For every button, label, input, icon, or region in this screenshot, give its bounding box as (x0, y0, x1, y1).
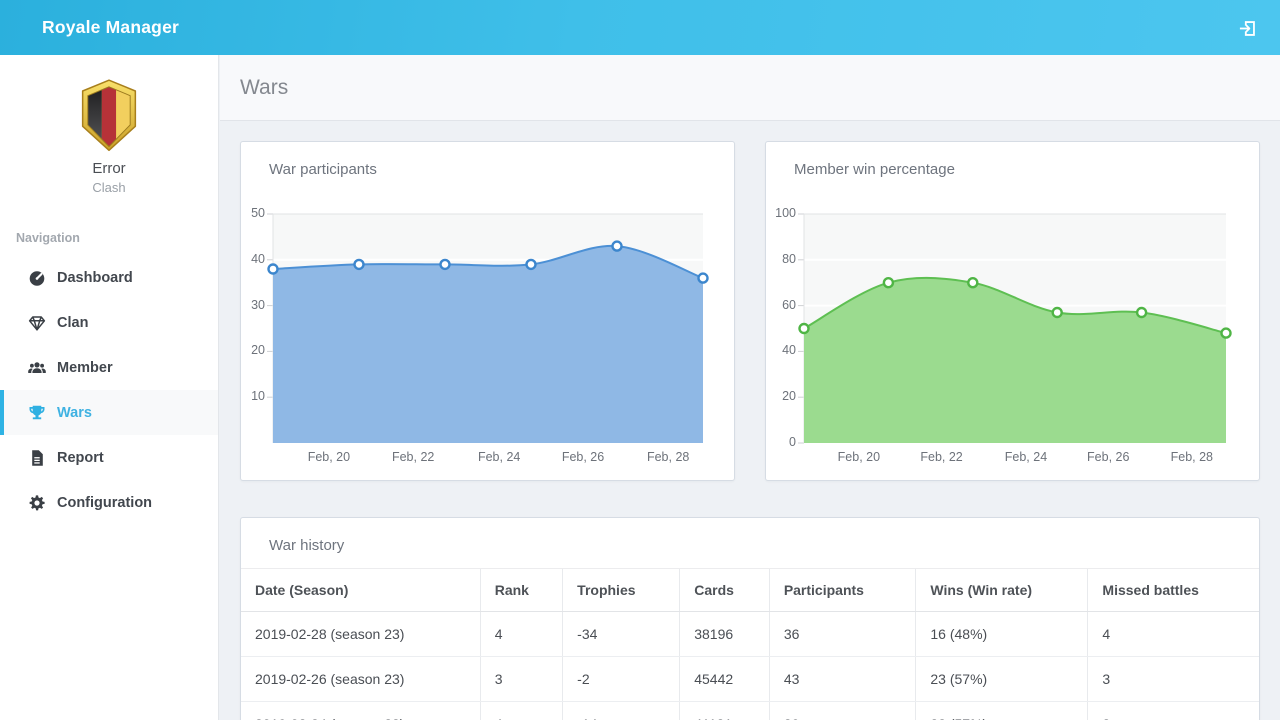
table-header-cell: Cards (680, 569, 770, 612)
sidebar-item-label: Report (57, 450, 104, 466)
table-cell: 22 (57%) (916, 702, 1088, 720)
win-percentage-title: Member win percentage (766, 142, 1259, 178)
table-cell: 39 (769, 702, 916, 720)
table-cell: 41121 (680, 702, 770, 720)
table-cell: 3 (1088, 657, 1259, 702)
table-row: 2019-02-24 (season 23)4-14411213922 (57%… (241, 702, 1259, 720)
sidebar-item-wars[interactable]: Wars (0, 390, 218, 435)
table-header-cell: Wins (Win rate) (916, 569, 1088, 612)
table-cell: -14 (563, 702, 680, 720)
table-cell: 45442 (680, 657, 770, 702)
page-title: Wars (240, 76, 288, 100)
x-axis-tick: Feb, 28 (1157, 450, 1227, 464)
sidebar: Error Clash Navigation Dashboard Clan Memb… (0, 55, 219, 720)
y-axis-tick: 20 (241, 343, 265, 357)
y-axis-tick: 80 (766, 252, 796, 266)
sign-out-button[interactable] (1228, 9, 1266, 47)
table-cell: 4 (480, 702, 562, 720)
x-axis-tick: Feb, 26 (1073, 450, 1143, 464)
war-history-title: War history (241, 518, 1259, 554)
table-cell: 4 (1088, 612, 1259, 657)
sidebar-item-label: Dashboard (57, 270, 133, 286)
clan-name: Error (0, 160, 218, 177)
win-percentage-card: Member win percentage 0 20 40 60 80 100 Feb, 2… (765, 141, 1260, 481)
table-row: 2019-02-26 (season 23)3-2454424323 (57%)… (241, 657, 1259, 702)
table-row: 2019-02-28 (season 23)4-34381963616 (48%… (241, 612, 1259, 657)
y-axis-tick: 40 (241, 252, 265, 266)
users-icon (28, 359, 46, 377)
table-cell: 36 (769, 612, 916, 657)
table-cell: 2 (1088, 702, 1259, 720)
table-cell: 16 (48%) (916, 612, 1088, 657)
y-axis-tick: 30 (241, 298, 265, 312)
table-header-cell: Rank (480, 569, 562, 612)
table-cell: 3 (480, 657, 562, 702)
table-header-row: Date (Season)RankTrophiesCardsParticipan… (241, 569, 1259, 612)
x-axis-tick: Feb, 22 (378, 450, 448, 464)
sidebar-nav: Dashboard Clan Member Wars Report Configurati… (0, 255, 218, 525)
table-cell: 4 (480, 612, 562, 657)
war-history-card: War history Date (Season)RankTrophiesCar… (240, 517, 1260, 720)
y-axis-tick: 10 (241, 389, 265, 403)
trophy-icon (28, 404, 46, 422)
sign-out-icon (1238, 19, 1257, 38)
brand-title[interactable]: Royale Manager (42, 17, 179, 38)
sidebar-item-report[interactable]: Report (0, 435, 218, 480)
x-axis-tick: Feb, 20 (294, 450, 364, 464)
x-axis-tick: Feb, 26 (548, 450, 618, 464)
clan-tag: Clash (0, 180, 218, 195)
table-cell: -34 (563, 612, 680, 657)
war-participants-card: War participants 10 20 30 40 50 Feb, 20 Feb, 2… (240, 141, 735, 481)
table-cell: 23 (57%) (916, 657, 1088, 702)
war-participants-chart[interactable] (273, 214, 703, 443)
table-cell: 2019-02-26 (season 23) (241, 657, 480, 702)
sidebar-item-clan[interactable]: Clan (0, 300, 218, 345)
table-header-cell: Date (Season) (241, 569, 480, 612)
y-axis-tick: 100 (766, 206, 796, 220)
table-header-cell: Participants (769, 569, 916, 612)
table-cell: 2019-02-24 (season 23) (241, 702, 480, 720)
x-axis-tick: Feb, 20 (824, 450, 894, 464)
y-axis-tick: 40 (766, 343, 796, 357)
sidebar-item-label: Wars (57, 405, 92, 421)
table-cell: 38196 (680, 612, 770, 657)
y-axis-tick: 50 (241, 206, 265, 220)
x-axis-tick: Feb, 24 (991, 450, 1061, 464)
sidebar-item-configuration[interactable]: Configuration (0, 480, 218, 525)
table-cell: 43 (769, 657, 916, 702)
y-axis-tick: 0 (766, 435, 796, 449)
win-percentage-chart[interactable] (804, 214, 1226, 443)
clan-badge-icon (77, 78, 141, 152)
x-axis-tick: Feb, 28 (633, 450, 703, 464)
y-axis-tick: 20 (766, 389, 796, 403)
table-header-cell: Trophies (563, 569, 680, 612)
main-area: Wars War participants 1020304050Feb, 20F… (220, 55, 1280, 720)
page-header: Wars (220, 55, 1280, 121)
x-axis-tick: Feb, 24 (464, 450, 534, 464)
gem-icon (28, 314, 46, 332)
war-participants-title: War participants (241, 142, 734, 178)
report-icon (28, 449, 46, 467)
war-history-table: Date (Season)RankTrophiesCardsParticipan… (241, 568, 1259, 720)
clan-block: Error Clash (0, 55, 218, 195)
top-bar: Royale Manager (0, 0, 1280, 55)
y-axis-tick: 60 (766, 298, 796, 312)
sidebar-item-member[interactable]: Member (0, 345, 218, 390)
table-header-cell: Missed battles (1088, 569, 1259, 612)
sidebar-item-label: Clan (57, 315, 88, 331)
x-axis-tick: Feb, 22 (907, 450, 977, 464)
sidebar-item-dashboard[interactable]: Dashboard (0, 255, 218, 300)
dashboard-icon (28, 269, 46, 287)
sidebar-item-label: Configuration (57, 495, 152, 511)
table-cell: 2019-02-28 (season 23) (241, 612, 480, 657)
gear-icon (28, 494, 46, 512)
sidebar-item-label: Member (57, 360, 113, 376)
nav-section-label: Navigation (16, 231, 218, 245)
table-cell: -2 (563, 657, 680, 702)
